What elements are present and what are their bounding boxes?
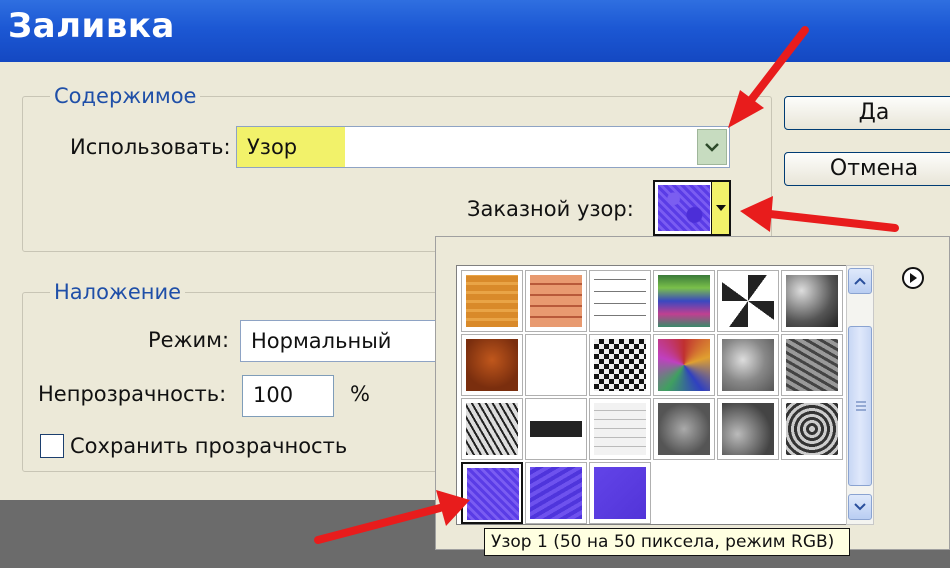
pattern-purple-1-texture — [467, 468, 519, 520]
pattern-orange-wood[interactable] — [461, 270, 523, 332]
pattern-purple-3-texture — [594, 467, 646, 519]
chevron-down-icon — [854, 503, 866, 511]
pattern-bw-crackle-texture — [466, 403, 518, 455]
custom-pattern-label: Заказной узор: — [467, 197, 634, 221]
chevron-up-icon — [854, 277, 866, 285]
pattern-gray-cloud-texture — [658, 403, 710, 455]
pattern-white-grid[interactable] — [589, 270, 651, 332]
opacity-label: Непрозрачность: — [38, 382, 227, 406]
pattern-orange-wood-texture — [466, 275, 518, 327]
pattern-rainbow-stripes[interactable] — [653, 270, 715, 332]
pattern-brown-rust[interactable] — [461, 334, 523, 396]
pattern-purple-2-texture — [530, 467, 582, 519]
pattern-gray-cloud[interactable] — [653, 398, 715, 460]
pattern-gray-rock-texture — [786, 275, 838, 327]
opacity-unit: % — [350, 382, 370, 406]
picker-menu-button[interactable] — [902, 267, 924, 289]
play-right-icon — [910, 273, 917, 283]
chevron-down-icon[interactable] — [697, 129, 727, 165]
pattern-white-brick[interactable] — [589, 398, 651, 460]
mode-select-value: Нормальный — [251, 329, 392, 353]
pattern-tooltip: Узор 1 (50 на 50 пиксела, режим RGB) — [484, 528, 850, 556]
mode-label: Режим: — [148, 328, 230, 352]
pattern-scrollbar[interactable] — [846, 265, 874, 525]
pattern-gray-stone-texture — [722, 403, 774, 455]
pattern-gray-rock[interactable] — [781, 270, 843, 332]
pattern-bw-doodle-texture — [722, 275, 774, 327]
pattern-brown-rust-texture — [466, 339, 518, 391]
pattern-white-grid-texture — [594, 275, 646, 327]
pattern-concentric-squares[interactable] — [525, 334, 587, 396]
pattern-rainbow-stripes-texture — [658, 275, 710, 327]
pattern-white-brick-texture — [594, 403, 646, 455]
pattern-gray-crinkle[interactable] — [781, 334, 843, 396]
pattern-black-stripe[interactable] — [525, 398, 587, 460]
contents-group-title: Содержимое — [50, 84, 201, 108]
scroll-down-button[interactable] — [848, 494, 872, 520]
pattern-color-mosaic[interactable] — [653, 334, 715, 396]
triangle-down-icon[interactable] — [711, 182, 729, 234]
pattern-concentric-squares-texture — [530, 339, 582, 391]
pattern-grid — [456, 265, 851, 525]
pattern-color-mosaic-texture — [658, 339, 710, 391]
window-title: Заливка — [8, 6, 175, 46]
pattern-gray-swirl[interactable] — [781, 398, 843, 460]
use-select-value: Узор — [237, 127, 345, 167]
pattern-gray-blur[interactable] — [717, 334, 779, 396]
scroll-up-button[interactable] — [848, 268, 872, 294]
custom-pattern-swatch — [658, 185, 710, 231]
pattern-gray-blur-texture — [722, 339, 774, 391]
pattern-bw-doodle[interactable] — [717, 270, 779, 332]
pattern-black-stripe-texture — [530, 403, 582, 455]
opacity-input[interactable]: 100 — [242, 375, 334, 417]
pattern-purple-3[interactable] — [589, 462, 651, 524]
scroll-thumb[interactable] — [848, 326, 872, 486]
pattern-bw-crackle[interactable] — [461, 398, 523, 460]
cancel-button[interactable]: Отмена — [784, 152, 950, 186]
pattern-orange-tiles-texture — [530, 275, 582, 327]
use-label: Использовать: — [70, 135, 231, 159]
preserve-transparency-checkbox[interactable] — [40, 434, 64, 458]
pattern-gray-swirl-texture — [786, 403, 838, 455]
title-bar: Заливка — [0, 0, 950, 62]
pattern-gray-crinkle-texture — [786, 339, 838, 391]
grip-icon — [856, 401, 866, 411]
pattern-gray-stone[interactable] — [717, 398, 779, 460]
pattern-picker-popup — [435, 236, 950, 550]
use-select[interactable]: Узор — [236, 126, 730, 168]
pattern-orange-tiles[interactable] — [525, 270, 587, 332]
custom-pattern-picker[interactable] — [653, 180, 731, 236]
pattern-purple-1[interactable] — [461, 462, 523, 524]
ok-button[interactable]: Да — [784, 96, 950, 130]
pattern-checker-wave-texture — [594, 339, 646, 391]
preserve-transparency-label: Сохранить прозрачность — [70, 434, 348, 458]
blending-group-title: Наложение — [50, 280, 186, 304]
pattern-purple-2[interactable] — [525, 462, 587, 524]
pattern-checker-wave[interactable] — [589, 334, 651, 396]
